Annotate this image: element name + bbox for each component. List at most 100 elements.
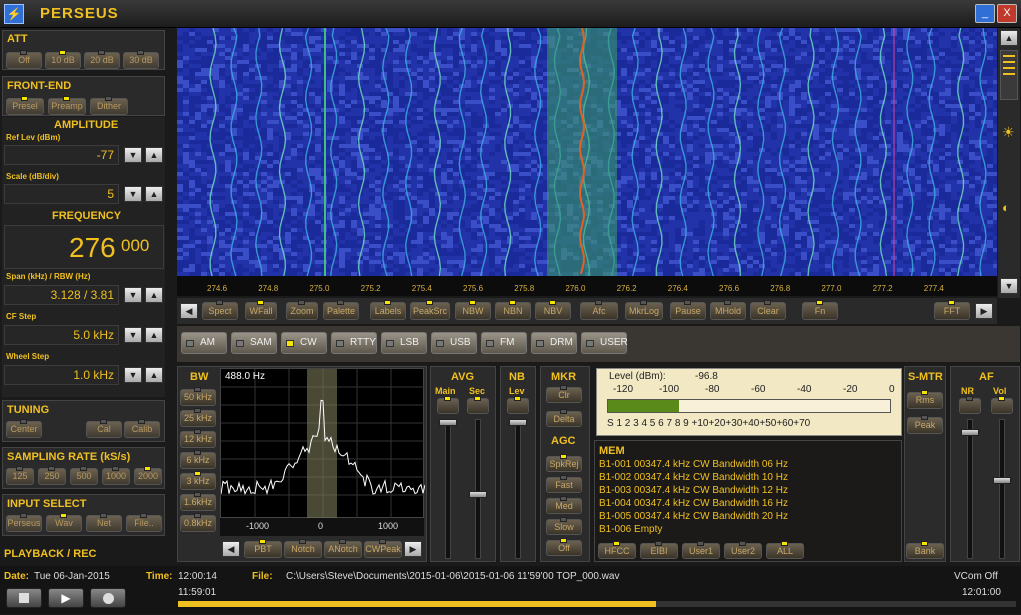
- toolbar-pause-button[interactable]: Pause: [670, 302, 706, 320]
- filter-anotch-button[interactable]: ANotch: [324, 541, 362, 558]
- scroll-up-icon[interactable]: ▲: [1000, 30, 1018, 46]
- mem-line-3[interactable]: B1-003 00347.4 kHz CW Bandwidth 12 Hz: [599, 485, 899, 498]
- cfstep-up-icon[interactable]: ▲: [145, 327, 163, 343]
- mode-usb-button[interactable]: USB: [431, 332, 477, 354]
- playback-progress[interactable]: [178, 601, 1016, 607]
- avg-sec-slider[interactable]: [475, 419, 481, 559]
- af-vol-toggle[interactable]: [991, 398, 1013, 414]
- span-value[interactable]: 3.128 / 3.81: [4, 285, 119, 305]
- nb-toggle[interactable]: [507, 398, 529, 414]
- toolbar-right-icon[interactable]: ▶: [975, 303, 993, 319]
- avg-sec-toggle[interactable]: [467, 398, 489, 414]
- brightness-icon[interactable]: ☀: [1002, 124, 1015, 141]
- att-off-button[interactable]: Off: [6, 52, 42, 69]
- af-nr-slider[interactable]: [967, 419, 973, 559]
- mem-line-6[interactable]: B1-006 Empty: [599, 524, 899, 537]
- toolbar-wfall-button[interactable]: WFall: [245, 302, 277, 320]
- scroll-down-icon[interactable]: ▼: [1000, 278, 1018, 294]
- bw-3-khz-button[interactable]: 3 kHz: [180, 473, 216, 490]
- toolbar-nbv-button[interactable]: NBV: [535, 302, 571, 320]
- filter-pbt-button[interactable]: PBT: [244, 541, 282, 558]
- mem-all-button[interactable]: ALL: [766, 543, 804, 559]
- scale-down-icon[interactable]: ▼: [124, 186, 142, 202]
- af-vol-knob[interactable]: [993, 477, 1011, 484]
- mkr-clr-button[interactable]: Clr: [546, 387, 582, 403]
- agc-off-button[interactable]: Off: [546, 540, 582, 556]
- input-file-button[interactable]: File..: [126, 515, 162, 532]
- toolbar-afc-button[interactable]: Afc: [580, 302, 618, 320]
- mode-fm-button[interactable]: FM: [481, 332, 527, 354]
- span-up-icon[interactable]: ▲: [145, 287, 163, 303]
- att-10-db-button[interactable]: 10 dB: [45, 52, 81, 69]
- wheel-value[interactable]: 1.0 kHz: [4, 365, 119, 385]
- avg-main-knob[interactable]: [439, 419, 457, 426]
- input-wav-button[interactable]: Wav: [46, 515, 82, 532]
- toolbar-labels-button[interactable]: Labels: [370, 302, 406, 320]
- mode-drm-button[interactable]: DRM: [531, 332, 577, 354]
- sampling-1000-button[interactable]: 1000: [102, 468, 130, 485]
- bw-0-8khz-button[interactable]: 0.8kHz: [180, 515, 216, 532]
- toolbar-palette-button[interactable]: Palette: [323, 302, 359, 320]
- frontend-preamp-button[interactable]: Preamp: [48, 98, 86, 115]
- mem-hfcc-button[interactable]: HFCC: [598, 543, 636, 559]
- toolbar-clear-button[interactable]: Clear: [750, 302, 786, 320]
- smtr-peak-button[interactable]: Peak: [907, 417, 943, 434]
- wheel-up-icon[interactable]: ▲: [145, 367, 163, 383]
- toolbar-fft-button[interactable]: FFT: [934, 302, 970, 320]
- cfstep-down-icon[interactable]: ▼: [124, 327, 142, 343]
- tuning-center-button[interactable]: Center: [6, 421, 42, 438]
- agc-spkrej-button[interactable]: SpkRej: [546, 456, 582, 472]
- af-nr-knob[interactable]: [961, 429, 979, 436]
- mem-line-1[interactable]: B1-001 00347.4 kHz CW Bandwidth 06 Hz: [599, 459, 899, 472]
- agc-med-button[interactable]: Med: [546, 498, 582, 514]
- toolbar-zoom-button[interactable]: Zoom: [286, 302, 318, 320]
- agc-slow-button[interactable]: Slow: [546, 519, 582, 535]
- af-nr-toggle[interactable]: [959, 398, 981, 414]
- mem-line-2[interactable]: B1-002 00347.4 kHz CW Bandwidth 10 Hz: [599, 472, 899, 485]
- filter-spectrum[interactable]: 488.0 Hz: [220, 368, 424, 518]
- filter-right-icon[interactable]: ▶: [404, 541, 422, 557]
- smtr-rms-button[interactable]: Rms: [907, 392, 943, 409]
- filter-notch-button[interactable]: Notch: [284, 541, 322, 558]
- span-down-icon[interactable]: ▼: [124, 287, 142, 303]
- wheel-down-icon[interactable]: ▼: [124, 367, 142, 383]
- toolbar-mhold-button[interactable]: MHold: [710, 302, 746, 320]
- bw-25-khz-button[interactable]: 25 kHz: [180, 410, 216, 427]
- mem-eibi-button[interactable]: EIBI: [640, 543, 678, 559]
- cfstep-value[interactable]: 5.0 kHz: [4, 325, 119, 345]
- toolbar-spect-button[interactable]: Spect: [202, 302, 238, 320]
- avg-main-slider[interactable]: [445, 419, 451, 559]
- scale-value[interactable]: 5: [4, 184, 119, 204]
- mem-line-5[interactable]: B1-005 00347.4 kHz CW Bandwidth 20 Hz: [599, 511, 899, 524]
- tuning-cal-button[interactable]: Cal: [86, 421, 122, 438]
- minimize-button[interactable]: _: [975, 4, 995, 23]
- avg-sec-knob[interactable]: [469, 491, 487, 498]
- input-net-button[interactable]: Net: [86, 515, 122, 532]
- agc-fast-button[interactable]: Fast: [546, 477, 582, 493]
- scale-up-icon[interactable]: ▲: [145, 186, 163, 202]
- toolbar-mkrlog-button[interactable]: MkrLog: [625, 302, 663, 320]
- stop-icon[interactable]: [6, 588, 42, 608]
- reflev-down-icon[interactable]: ▼: [124, 147, 142, 163]
- sampling-2000-button[interactable]: 2000: [134, 468, 162, 485]
- contrast-icon[interactable]: ◐: [1002, 200, 1010, 215]
- frequency-display[interactable]: 276 000: [4, 225, 164, 269]
- sampling-500-button[interactable]: 500: [70, 468, 98, 485]
- scroll-thumb[interactable]: [1000, 50, 1018, 100]
- mode-sam-button[interactable]: SAM: [231, 332, 277, 354]
- frontend-presel-button[interactable]: Presel: [6, 98, 44, 115]
- sampling-125-button[interactable]: 125: [6, 468, 34, 485]
- bw-50-khz-button[interactable]: 50 kHz: [180, 389, 216, 406]
- play-icon[interactable]: ▶: [48, 588, 84, 608]
- reflev-up-icon[interactable]: ▲: [145, 147, 163, 163]
- toolbar-nbw-button[interactable]: NBW: [455, 302, 491, 320]
- lightning-icon[interactable]: ⚡: [4, 4, 24, 24]
- toolbar-peaksrc-button[interactable]: PeakSrc: [410, 302, 450, 320]
- mode-am-button[interactable]: AM: [181, 332, 227, 354]
- waterfall-display[interactable]: [177, 28, 997, 276]
- toolbar-nbn-button[interactable]: NBN: [495, 302, 531, 320]
- mode-rtty-button[interactable]: RTTY: [331, 332, 377, 354]
- mode-cw-button[interactable]: CW: [281, 332, 327, 354]
- mkr-delta-button[interactable]: Delta: [546, 411, 582, 427]
- avg-main-toggle[interactable]: [437, 398, 459, 414]
